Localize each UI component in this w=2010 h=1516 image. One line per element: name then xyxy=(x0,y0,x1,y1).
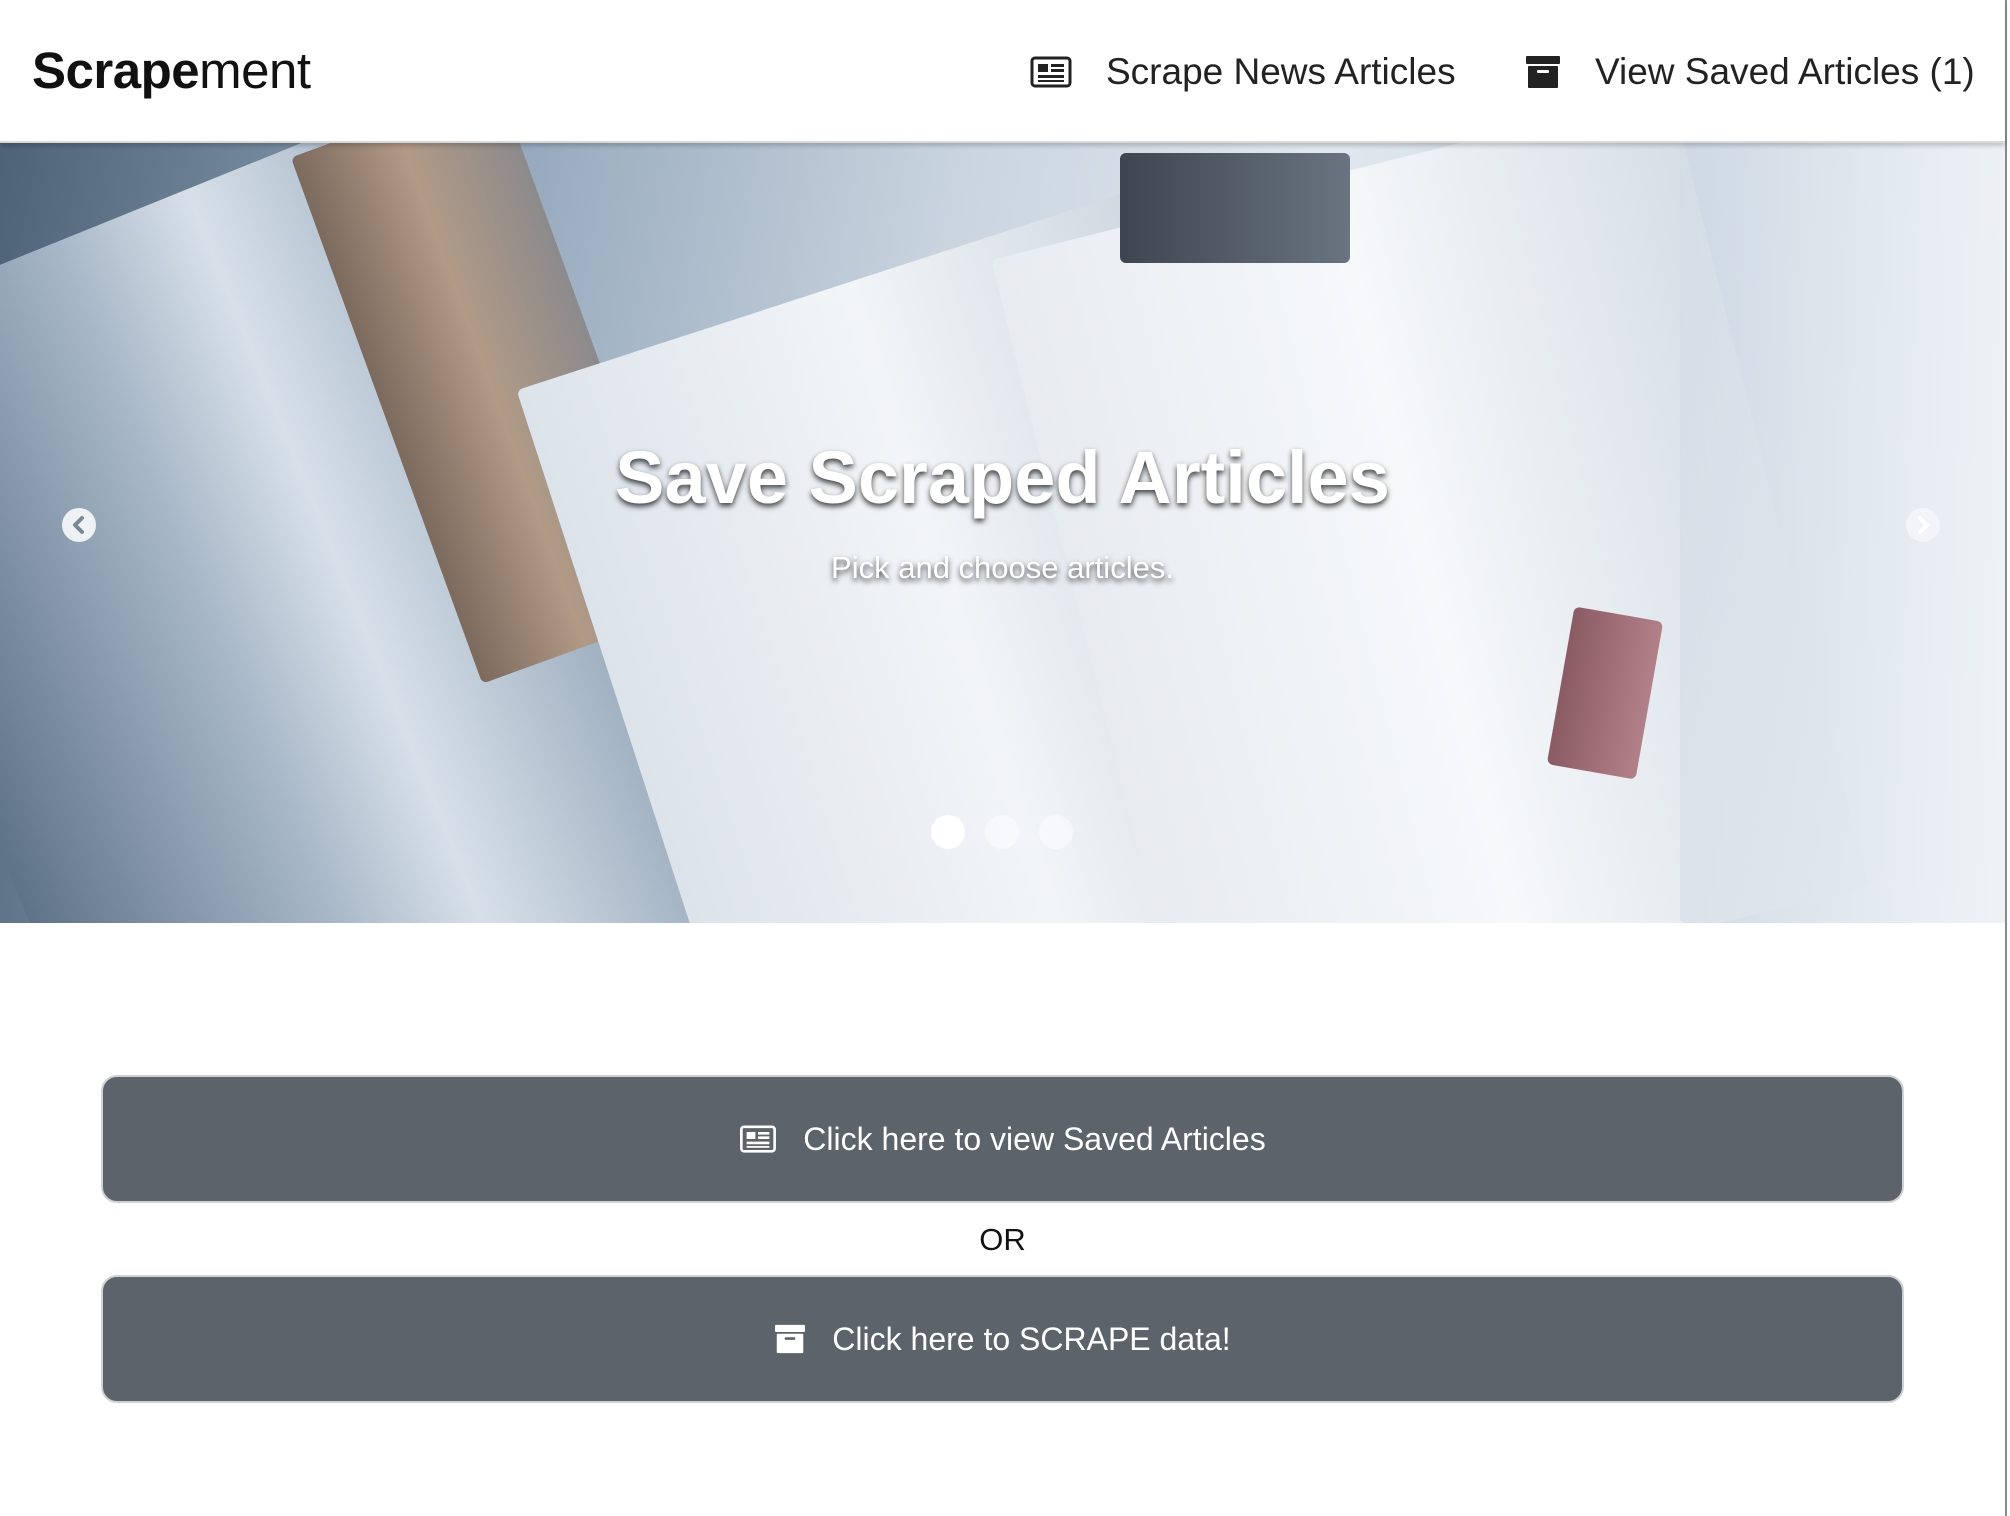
view-saved-articles-label: Click here to view Saved Articles xyxy=(803,1120,1266,1157)
carousel-indicator-1[interactable] xyxy=(931,815,965,849)
view-saved-articles-button[interactable]: Click here to view Saved Articles xyxy=(101,1075,1904,1203)
newspaper-photo-layer xyxy=(1680,143,2005,923)
page: Scrapement Scrape News Articles View Sav… xyxy=(0,0,2007,1516)
carousel-indicator-2[interactable] xyxy=(985,815,1019,849)
nav-scrape-label: Scrape News Articles xyxy=(1106,51,1456,92)
archive-box-icon xyxy=(774,1324,806,1354)
window-edge-divider xyxy=(2005,0,2007,1516)
newspaper-icon xyxy=(1030,56,1072,88)
hero-carousel: Save Scraped Articles Pick and choose ar… xyxy=(0,143,2005,923)
nav-saved-label: View Saved Articles (1) xyxy=(1595,51,1975,92)
newspaper-icon xyxy=(739,1125,777,1153)
carousel-caption-title: Save Scraped Articles xyxy=(615,436,1390,519)
brand-light-text: ment xyxy=(199,42,311,99)
scrape-data-button[interactable]: Click here to SCRAPE data! xyxy=(101,1275,1904,1403)
carousel-caption-subtitle: Pick and choose articles. xyxy=(831,550,1174,585)
brand-bold-text: Scrape xyxy=(32,42,200,99)
brand-logo[interactable]: Scrapement xyxy=(32,36,311,106)
scrape-data-label: Click here to SCRAPE data! xyxy=(832,1320,1231,1357)
or-separator: OR xyxy=(979,1222,1026,1257)
nav-view-saved-articles[interactable]: View Saved Articles (1) xyxy=(1525,44,1975,100)
nav-scrape-news-articles[interactable]: Scrape News Articles xyxy=(1030,44,1456,100)
carousel-indicator-3[interactable] xyxy=(1039,815,1073,849)
top-navbar: Scrapement Scrape News Articles View Sav… xyxy=(0,0,2005,143)
archive-box-icon xyxy=(1525,55,1561,89)
carousel-indicators xyxy=(931,815,1073,849)
newspaper-photo-layer xyxy=(1120,153,1350,263)
